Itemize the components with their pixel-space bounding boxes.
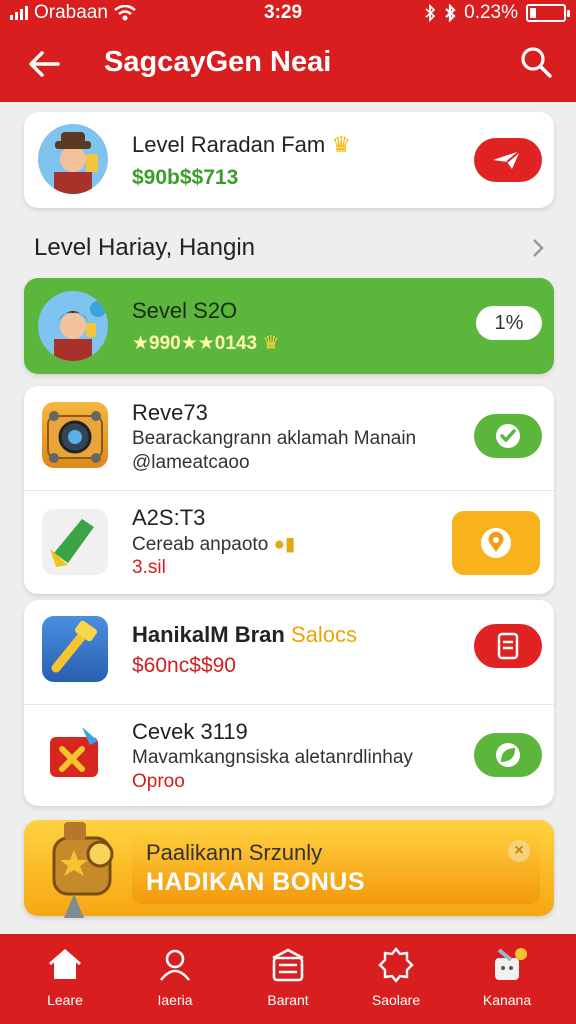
percent-badge: 1% (476, 306, 542, 340)
list-item[interactable]: Reve73 Bearackangrann aklamah Manain @la… (24, 386, 554, 490)
item-title: Reve73 (132, 400, 208, 425)
carrier-label: Orabaan (34, 2, 108, 23)
tab-label: Kanana (482, 992, 532, 1008)
tab-label: Saolare (371, 992, 421, 1008)
bonus-panel: Paalikann Srzunly HADIKAN BONUS × (132, 832, 540, 904)
coin-icon: ●▮ (273, 534, 296, 555)
battery-icon (526, 4, 570, 22)
tab-wallet[interactable]: Barant (233, 946, 343, 1008)
profile-name: Level Raradan Fam ♛ (132, 132, 352, 157)
item-title: HanikalM Bran Salocs (132, 622, 357, 647)
bonus-banner[interactable]: Paalikann Srzunly HADIKAN BONUS × (24, 820, 554, 918)
camera-app-icon (42, 402, 108, 468)
leaf-icon (496, 743, 520, 767)
tab-profile[interactable]: Iaeria (120, 946, 230, 1008)
back-arrow-icon[interactable] (24, 44, 64, 84)
edit-button[interactable] (474, 733, 542, 777)
receipt-button[interactable] (474, 624, 542, 668)
profile-card[interactable]: Level Raradan Fam ♛ $90b$$713 (24, 112, 554, 208)
bonus-subtitle: Paalikann Srzunly (146, 840, 323, 865)
status-right: 0.23% (424, 2, 570, 24)
tab-label: Barant (267, 992, 309, 1008)
trophy-icon: ♛ (262, 333, 280, 354)
tab-label: Leare (47, 992, 83, 1008)
highlight-card[interactable]: Sevel S2O ★990★★0143 ♛ 1% (24, 278, 554, 374)
location-pin-icon (481, 528, 511, 558)
item-description: Mavamkangnsiska aletanrdlinhay (132, 747, 413, 768)
item-tag: Salocs (290, 622, 357, 647)
bonus-title: HADIKAN BONUS (146, 868, 365, 896)
list-item[interactable]: Cevek 3119 Mavamkangnsiska aletanrdlinha… (24, 704, 554, 808)
box-app-icon (42, 721, 108, 787)
person-icon (159, 949, 191, 981)
crown-icon: ♛ (331, 132, 352, 157)
item-description: Bearackangrann aklamah Manain (132, 428, 417, 449)
highlight-name: Sevel S2O (132, 298, 238, 323)
send-icon (493, 150, 521, 169)
item-meta: Oproo (132, 771, 185, 792)
clock: 3:29 (264, 2, 303, 23)
avatar (38, 124, 108, 194)
item-description: Cereab anpaoto ●▮ (132, 534, 296, 555)
top-app-bar: Orabaan 3:29 0.23% SagcayGen Neai (0, 0, 576, 102)
bonus-mascot-icon (52, 822, 114, 918)
list-item[interactable]: A2S:T3 Cereab anpaoto ●▮ 3.sil (24, 490, 554, 594)
app-list-1: Reve73 Bearackangrann aklamah Manain @la… (24, 386, 554, 594)
item-handle: @lameatcaoo (132, 452, 250, 473)
highlight-stats: ★990★★0143 ♛ (132, 333, 280, 354)
pen-app-icon (42, 509, 108, 575)
search-icon[interactable] (518, 44, 554, 80)
gear-icon (378, 947, 414, 983)
location-button[interactable] (452, 511, 540, 575)
item-price: $60nc$$90 (132, 654, 236, 677)
status-bar: Orabaan 3:29 0.23% (0, 0, 576, 28)
gift-icon (495, 948, 527, 980)
chevron-right-icon[interactable] (530, 236, 546, 260)
list-item[interactable]: HanikalM Bran Salocs $60nc$$90 (24, 600, 554, 704)
confirm-button[interactable] (474, 414, 542, 458)
home-icon (49, 949, 81, 979)
item-meta: 3.sil (132, 557, 166, 578)
bottom-tab-bar: Leare Iaeria Barant Saolare Kanana (0, 934, 576, 1024)
send-button[interactable] (474, 138, 542, 182)
check-icon (496, 424, 520, 448)
close-icon[interactable]: × (508, 840, 530, 862)
carrier: Orabaan (10, 2, 136, 24)
tab-label: Iaeria (157, 992, 193, 1008)
bluetooth-icon (425, 4, 436, 22)
tab-rewards[interactable]: Kanana (452, 946, 562, 1008)
nav-bar: SagcayGen Neai (0, 38, 576, 88)
bluetooth-icon (445, 4, 456, 22)
item-title: A2S:T3 (132, 505, 206, 530)
avatar (38, 291, 108, 361)
tab-settings[interactable]: Saolare (341, 946, 451, 1008)
tab-home[interactable]: Leare (10, 946, 120, 1008)
section-title: Level Hariay, Hangin (34, 234, 256, 261)
profile-price: $90b$$713 (132, 166, 239, 189)
item-title: Cevek 3119 (132, 719, 248, 744)
page-title: SagcayGen Neai (104, 46, 332, 78)
signal-icon (10, 6, 28, 20)
app-list-2: HanikalM Bran Salocs $60nc$$90 Cevek 311… (24, 600, 554, 806)
battery-percent: 0.23% (464, 2, 518, 23)
wifi-icon (114, 5, 136, 21)
wallet-icon (272, 948, 304, 982)
receipt-icon (497, 632, 519, 660)
hammer-app-icon (42, 616, 108, 682)
